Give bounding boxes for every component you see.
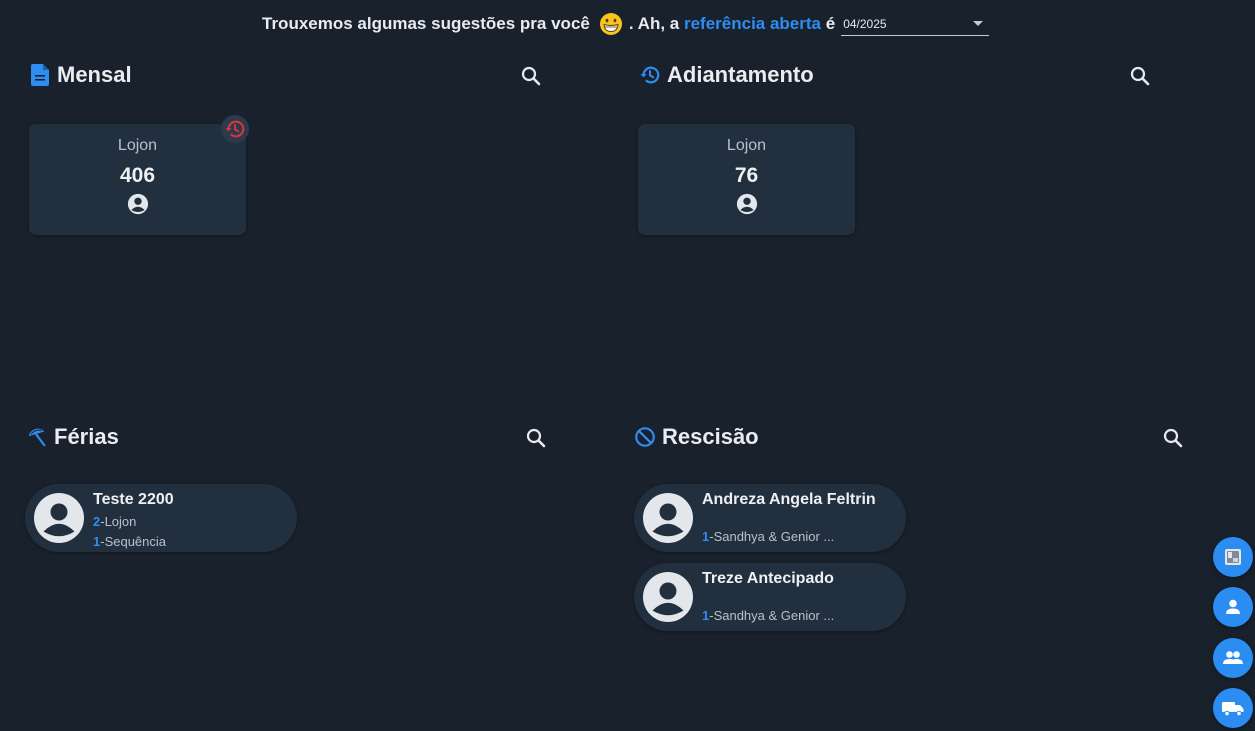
group-fab-button[interactable] — [1213, 638, 1253, 678]
mensal-lojon-card[interactable]: Lojon 406 — [29, 124, 246, 235]
account-circle-icon — [127, 193, 148, 215]
rescisao-title: Rescisão — [662, 424, 759, 449]
avatar — [643, 572, 693, 622]
person-meta-line1: 1-Sandhya & Genior ... — [702, 529, 834, 544]
block-icon — [635, 427, 655, 447]
avatar — [34, 493, 84, 543]
document-icon — [31, 64, 49, 86]
person-meta-line1: 2-Lojon — [93, 514, 136, 529]
account-circle-icon — [736, 193, 757, 215]
history-icon — [640, 66, 660, 84]
person-meta-line1: 1-Sandhya & Genior ... — [702, 608, 834, 623]
ferias-person-card[interactable]: Teste 2200 2-Lojon 1-Sequência — [25, 484, 297, 552]
grinning-face-emoji-icon — [599, 13, 622, 35]
adiantamento-lojon-card[interactable]: Lojon 76 — [638, 124, 855, 235]
person-meta-text: -Sandhya & Genior ... — [709, 608, 835, 623]
suggestions-text-after: é — [821, 14, 836, 33]
person-name: Andreza Angela Feltrin — [702, 491, 876, 508]
ferias-search-icon[interactable] — [524, 426, 548, 450]
person-meta-text: -Lojon — [100, 514, 137, 529]
ferias-title: Férias — [54, 424, 119, 449]
group-icon — [1223, 651, 1243, 664]
person-meta-line2: 1-Sequência — [93, 534, 166, 549]
ferias-section-title: Férias — [26, 424, 119, 450]
truck-fab-button[interactable] — [1213, 688, 1253, 728]
adiantamento-card-value: 76 — [734, 164, 759, 187]
person-meta-text: -Sandhya & Genior ... — [709, 529, 835, 544]
rescisao-person-card[interactable]: Treze Antecipado 1-Sandhya & Genior ... — [634, 563, 906, 631]
person-fab-button[interactable] — [1213, 587, 1253, 627]
mensal-section-title: Mensal — [31, 62, 132, 88]
history-icon — [225, 120, 245, 138]
reference-value: 04/2025 — [843, 16, 887, 31]
person-meta-text: -Sequência — [100, 534, 167, 549]
person-icon — [1226, 599, 1240, 614]
report-icon — [1225, 549, 1241, 565]
rescisao-search-icon[interactable] — [1161, 426, 1185, 450]
adiantamento-search-icon[interactable] — [1128, 64, 1152, 88]
suggestions-text-middle: . Ah, a — [628, 14, 684, 33]
mensal-card-label: Lojon — [117, 137, 158, 154]
adiantamento-title: Adiantamento — [667, 62, 814, 87]
adiantamento-card-label: Lojon — [726, 137, 767, 154]
suggestions-header: Trouxemos algumas sugestões pra você . A… — [262, 10, 990, 38]
mensal-search-icon[interactable] — [519, 64, 543, 88]
truck-icon — [1222, 702, 1244, 717]
person-name: Teste 2200 — [93, 491, 174, 508]
mensal-history-badge[interactable] — [221, 115, 249, 143]
adiantamento-section-title: Adiantamento — [639, 62, 814, 88]
dropdown-arrow-icon — [973, 20, 984, 26]
reference-select[interactable]: 04/2025 — [841, 12, 990, 36]
beach-umbrella-icon — [28, 428, 46, 447]
mensal-title: Mensal — [57, 62, 132, 87]
suggestions-text: Trouxemos algumas sugestões pra você — [262, 14, 590, 33]
report-fab-button[interactable] — [1213, 537, 1253, 577]
mensal-card-value: 406 — [119, 164, 156, 187]
rescisao-section-title: Rescisão — [634, 424, 759, 450]
person-name: Treze Antecipado — [702, 570, 834, 587]
avatar — [643, 493, 693, 543]
rescisao-person-card[interactable]: Andreza Angela Feltrin 1-Sandhya & Genio… — [634, 484, 906, 552]
open-reference-link[interactable]: referência aberta — [684, 14, 821, 34]
